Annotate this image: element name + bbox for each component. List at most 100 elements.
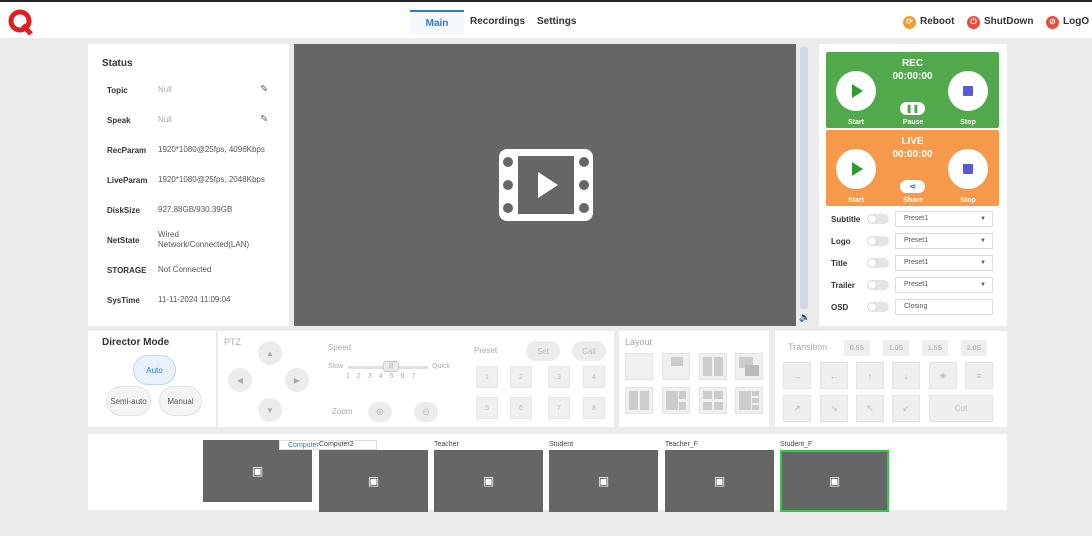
- fade-button[interactable]: ◈: [929, 362, 957, 389]
- title-select[interactable]: Preset1 ▼: [895, 255, 993, 271]
- blinds-button[interactable]: ≡: [965, 362, 993, 389]
- speed-tick: 3: [367, 373, 372, 380]
- rec-start-button[interactable]: [836, 71, 876, 111]
- video-icon: ▣: [251, 464, 264, 478]
- arrow-up-left-icon: ↖: [866, 403, 874, 413]
- wipe-right-button[interactable]: →: [783, 362, 811, 389]
- layout-side-by-side[interactable]: [699, 353, 727, 380]
- quick-label: Quick: [432, 363, 450, 370]
- semi-auto-mode-button[interactable]: Semi-auto: [106, 386, 151, 416]
- preset-6[interactable]: 6: [510, 397, 532, 419]
- title-toggle[interactable]: [867, 258, 889, 268]
- preset-5[interactable]: 5: [476, 397, 498, 419]
- edit-speak-icon[interactable]: ✎: [260, 114, 270, 125]
- source-student[interactable]: Student ▣: [549, 440, 658, 512]
- live-stop-button[interactable]: [948, 149, 988, 189]
- rec-pause-button[interactable]: ❚❚: [900, 102, 925, 115]
- preset-call-button[interactable]: Call: [572, 341, 606, 361]
- tab-recordings[interactable]: Recordings: [462, 10, 533, 34]
- audio-level-bar[interactable]: [800, 47, 808, 309]
- video-icon: ▣: [597, 474, 610, 488]
- ptz-up-button[interactable]: ▲: [258, 341, 282, 365]
- source-thumbnail[interactable]: ▣: [434, 450, 543, 512]
- source-thumbnail[interactable]: ▣: [549, 450, 658, 512]
- preset-7[interactable]: 7: [548, 397, 570, 419]
- source-name: Student: [549, 441, 574, 448]
- layout-pip[interactable]: [662, 353, 690, 380]
- wipe-down-button[interactable]: ↓: [892, 362, 920, 389]
- rec-stop-button[interactable]: [948, 71, 988, 111]
- volume-icon[interactable]: 🔈: [799, 312, 810, 323]
- preset-4[interactable]: 4: [583, 366, 605, 388]
- wipe-up-right-button[interactable]: ↗: [783, 395, 811, 422]
- preset-8[interactable]: 8: [583, 397, 605, 419]
- trailer-select[interactable]: Preset1 ▼: [895, 277, 993, 293]
- logout-label: LogO: [1063, 16, 1090, 27]
- preset-set-button[interactable]: Set: [526, 341, 560, 361]
- wipe-up-button[interactable]: ↑: [856, 362, 884, 389]
- layout-quad[interactable]: [699, 387, 727, 414]
- transition-speed-0-5[interactable]: 0.5S: [844, 340, 870, 356]
- preset-1[interactable]: 1: [476, 366, 498, 388]
- select-value: Preset1: [904, 259, 929, 266]
- play-icon: [852, 162, 863, 176]
- video-preview[interactable]: [294, 44, 796, 326]
- live-start-button[interactable]: [836, 149, 876, 189]
- zoom-in-button[interactable]: ⊕: [368, 402, 392, 422]
- option-subtitle: Subtitle: [831, 211, 889, 227]
- transition-speed-2-0[interactable]: 2.0S: [961, 340, 987, 356]
- wipe-left-button[interactable]: ←: [820, 362, 848, 389]
- ptz-right-button[interactable]: ▶: [285, 368, 309, 392]
- cut-button[interactable]: Cut: [929, 395, 993, 422]
- live-share-button[interactable]: ⋖: [900, 180, 925, 193]
- shutdown-button[interactable]: ⏻ ShutDown: [967, 12, 1033, 32]
- layout-overlap[interactable]: [735, 353, 763, 380]
- logo-toggle[interactable]: [867, 236, 889, 246]
- power-icon: ⏻: [967, 15, 980, 29]
- source-computer2[interactable]: Computer2 ▣: [319, 440, 428, 512]
- trailer-toggle[interactable]: [867, 280, 889, 290]
- option-label: OSD: [831, 302, 849, 312]
- layout-single[interactable]: [625, 353, 653, 380]
- speed-tick: 5: [389, 373, 394, 380]
- preset-3[interactable]: 3: [548, 366, 570, 388]
- status-key: Speak: [107, 115, 131, 125]
- manual-mode-button[interactable]: Manual: [159, 386, 202, 416]
- speed-tick: 4: [378, 373, 383, 380]
- osd-input[interactable]: Closing: [895, 299, 993, 315]
- wipe-up-left-button[interactable]: ↖: [856, 395, 884, 422]
- logout-button[interactable]: ⊘ LogO: [1046, 12, 1089, 32]
- ptz-left-button[interactable]: ◀: [228, 368, 252, 392]
- source-computer[interactable]: Computer ▣: [203, 440, 377, 502]
- tab-main[interactable]: Main: [410, 10, 464, 34]
- layout-two-split[interactable]: [625, 387, 653, 414]
- preset-2[interactable]: 2: [510, 366, 532, 388]
- zoom-out-button[interactable]: ⊖: [414, 402, 438, 422]
- source-student-f[interactable]: Student_F ▣: [780, 440, 889, 512]
- source-thumbnail-active[interactable]: ▣: [780, 450, 889, 512]
- osd-toggle[interactable]: [867, 302, 889, 312]
- status-value: 11-11-2024 11:09:04: [158, 295, 231, 304]
- layout-one-plus-three[interactable]: [735, 387, 763, 414]
- auto-mode-button[interactable]: Auto: [133, 355, 176, 385]
- source-thumbnail[interactable]: ▣: [319, 450, 428, 512]
- wipe-down-right-button[interactable]: ↘: [820, 395, 848, 422]
- layout-one-plus-two[interactable]: [662, 387, 690, 414]
- wipe-down-left-button[interactable]: ↙: [892, 395, 920, 422]
- arrow-down-icon: ↓: [903, 370, 909, 381]
- subtitle-toggle[interactable]: [867, 214, 889, 224]
- status-key: RecParam: [107, 145, 147, 155]
- edit-topic-icon[interactable]: ✎: [260, 84, 270, 95]
- source-teacher-f[interactable]: Teacher_F ▣: [665, 440, 774, 512]
- reboot-button[interactable]: ⟳ Reboot: [903, 12, 954, 32]
- transition-speed-1-5[interactable]: 1.5S: [922, 340, 948, 356]
- speed-slider-handle[interactable]: |||: [383, 361, 399, 372]
- source-thumbnail[interactable]: ▣: [665, 450, 774, 512]
- subtitle-select[interactable]: Preset1 ▼: [895, 211, 993, 227]
- ptz-down-button[interactable]: ▼: [258, 398, 282, 422]
- source-teacher[interactable]: Teacher ▣: [434, 440, 543, 512]
- transition-speed-1-0[interactable]: 1.0S: [883, 340, 909, 356]
- tab-settings[interactable]: Settings: [529, 10, 584, 34]
- chevron-down-icon: ▼: [980, 260, 986, 266]
- logo-select[interactable]: Preset1 ▼: [895, 233, 993, 249]
